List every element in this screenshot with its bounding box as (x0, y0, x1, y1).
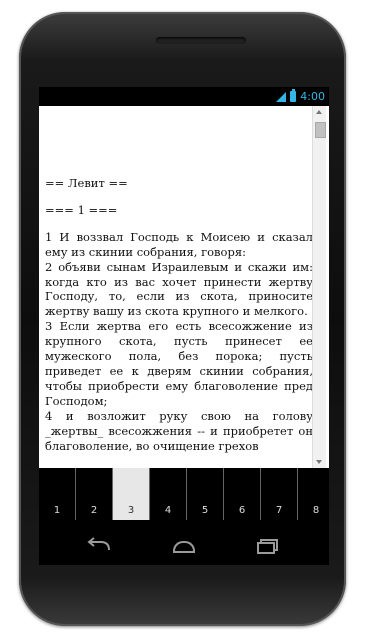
verse: 2 объяви сынам Израилевым и скажи им: ко… (45, 259, 313, 319)
tab-7[interactable]: 7 (261, 468, 298, 520)
battery-icon (290, 89, 297, 102)
tab-label: 2 (90, 505, 98, 516)
book-heading: == Левит == (45, 176, 128, 190)
verse: 4 и возложит руку свою на голову _жертвы… (45, 408, 313, 453)
scrollbar-thumb[interactable] (315, 122, 326, 138)
tab-1[interactable]: 1 (39, 468, 76, 520)
status-clock: 4:00 (300, 90, 325, 103)
back-button[interactable] (84, 535, 114, 557)
tab-2[interactable]: 2 (76, 468, 113, 520)
vertical-scrollbar[interactable] (312, 106, 326, 468)
status-bar: 4:00 (39, 87, 329, 106)
tab-label: 1 (53, 505, 61, 516)
chapter-tab-bar: 1 2 3 4 5 6 7 8 (39, 468, 329, 520)
navigation-bar (39, 527, 329, 565)
speaker-grille (156, 37, 246, 44)
device-screen: 4:00 == Левит == === 1 === 1 И воззвал Г… (39, 87, 329, 527)
verse: 3 Если жертва его есть всесожжение из кр… (45, 319, 313, 408)
chapter-heading: === 1 === (45, 202, 118, 217)
tab-label: 7 (275, 505, 283, 516)
tab-3[interactable]: 3 (113, 468, 150, 520)
scroll-up-arrow-icon[interactable] (316, 110, 322, 114)
tab-5[interactable]: 5 (187, 468, 224, 520)
status-icons: 4:00 (276, 89, 325, 104)
reader-content[interactable]: == Левит == === 1 === 1 И воззвал Господ… (39, 106, 329, 468)
tab-label: 8 (312, 505, 320, 516)
tab-label: 5 (201, 505, 209, 516)
tab-8[interactable]: 8 (298, 468, 329, 520)
tab-label: 3 (127, 505, 135, 516)
tab-6[interactable]: 6 (224, 468, 261, 520)
tab-4[interactable]: 4 (150, 468, 187, 520)
back-icon (87, 537, 110, 551)
signal-icon (276, 91, 287, 102)
scroll-down-arrow-icon[interactable] (316, 460, 322, 464)
document-text: == Левит == === 1 === 1 И воззвал Господ… (45, 176, 313, 453)
tab-label: 4 (164, 505, 172, 516)
verse: 1 И воззвал Господь к Моисею и сказал ем… (45, 229, 313, 259)
tab-label: 6 (238, 505, 246, 516)
recent-apps-button[interactable] (254, 535, 284, 557)
home-button[interactable] (169, 535, 199, 557)
